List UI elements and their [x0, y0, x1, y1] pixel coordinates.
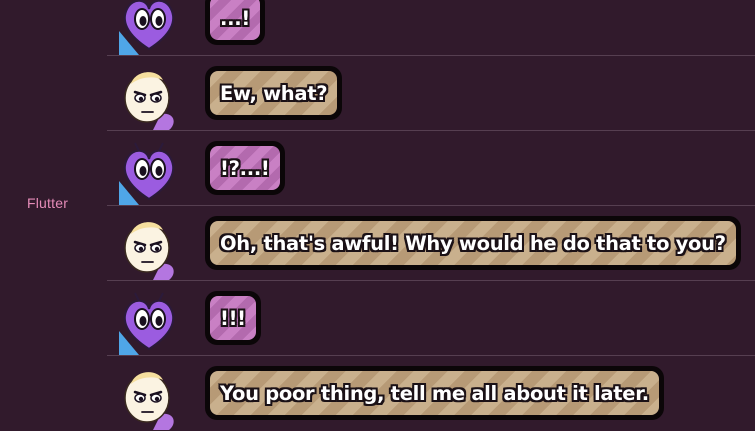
- speaker-name-label: Flutter: [27, 195, 69, 211]
- purple-heart-avatar-icon: [117, 141, 181, 205]
- dialogue-bubble: ...!: [205, 0, 265, 45]
- dialogue-text: Oh, that's awful! Why would he do that t…: [210, 221, 736, 265]
- chat-row: Ew, what?: [107, 56, 755, 131]
- purple-heart-avatar-icon: [117, 291, 181, 355]
- chat-row: !!!: [107, 281, 755, 356]
- dialogue-text: !!!: [210, 296, 256, 340]
- chat-row: ...!: [107, 0, 755, 56]
- chat-row: Oh, that's awful! Why would he do that t…: [107, 206, 755, 281]
- cream-pony-avatar-icon: [117, 66, 181, 130]
- dialogue-text: Ew, what?: [210, 71, 338, 115]
- purple-heart-avatar-icon: [117, 0, 181, 55]
- dialogue-bubble: !?...!: [205, 141, 285, 195]
- chat-log: ...! Ew, what? !?...! Oh, that's awful! …: [107, 0, 755, 431]
- dialogue-bubble: Ew, what?: [205, 66, 343, 120]
- chat-row: !?...!: [107, 131, 755, 206]
- dialogue-bubble: Oh, that's awful! Why would he do that t…: [205, 216, 741, 270]
- cream-pony-avatar-icon: [117, 366, 181, 430]
- dialogue-text: ...!: [210, 0, 260, 40]
- dialogue-text: You poor thing, tell me all about it lat…: [210, 371, 659, 415]
- dialogue-bubble: !!!: [205, 291, 261, 345]
- cream-pony-avatar-icon: [117, 216, 181, 280]
- dialogue-text: !?...!: [210, 146, 280, 190]
- chat-row: You poor thing, tell me all about it lat…: [107, 356, 755, 431]
